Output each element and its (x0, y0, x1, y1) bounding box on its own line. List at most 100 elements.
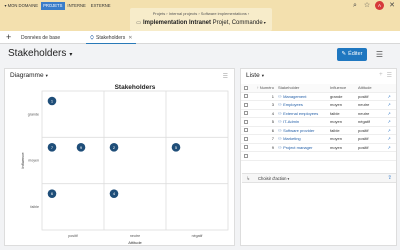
plot-area (41, 90, 229, 231)
cell-number: 6 (271, 127, 274, 133)
stakeholder-link[interactable]: Management (283, 94, 306, 99)
search-icon[interactable]: ⌕ (351, 2, 359, 10)
cell-stakeholder[interactable]: ⚇ Software provider (277, 127, 329, 135)
cell-stakeholder[interactable]: ⚇ Management (277, 93, 329, 101)
cell-attitude: négatif (358, 119, 371, 124)
row-checkbox[interactable] (243, 153, 248, 158)
select-all-cell[interactable] (241, 84, 250, 92)
table-row[interactable]: 7 ⚇ Marketing moyen positif ↗ (241, 135, 396, 144)
page-title-text: Stakeholders (8, 48, 67, 59)
y-tick-label: moyen (28, 159, 39, 163)
row-checkbox[interactable] (243, 136, 248, 141)
edit-button[interactable]: ✎ Éditer (337, 48, 367, 61)
stakeholder-link[interactable]: Project manager (283, 145, 312, 150)
stakeholder-link[interactable]: External employees (283, 111, 318, 116)
cell-stakeholder[interactable]: ⚇ External employees (277, 110, 329, 118)
menu-item-externe[interactable]: EXTERNE (88, 2, 113, 10)
chevron-down-icon[interactable]: ▾ (69, 52, 72, 58)
person-icon: ⚇ (278, 110, 282, 116)
cell-number: 4 (271, 110, 274, 116)
table-row[interactable]: 5 ⚇ IT-Admin moyen négatif ↗ (241, 118, 396, 127)
tab-donnees-de-base[interactable]: Données de base (17, 33, 64, 44)
open-icon[interactable]: ↗ (384, 127, 394, 135)
column-header-stakeholder[interactable]: Stakeholder (277, 84, 329, 92)
close-icon[interactable]: ✕ (388, 2, 396, 10)
column-header-influence[interactable]: Influence (329, 84, 357, 92)
stakeholder-link[interactable]: Marketing (283, 136, 301, 141)
stakeholders-icon: ⛭ (90, 35, 95, 41)
cell-influence: moyen (330, 119, 343, 124)
list-panel-title[interactable]: Liste ▾ (246, 72, 264, 79)
row-select-cell[interactable] (241, 101, 250, 109)
table-row[interactable]: 9 ⚇ Project manager moyen positif ↗ (241, 144, 396, 152)
row-select-cell[interactable] (241, 135, 250, 143)
avatar[interactable]: A (375, 1, 384, 10)
stakeholder-link[interactable]: Software provider (283, 128, 314, 133)
add-icon[interactable]: + (379, 72, 383, 79)
open-icon[interactable]: ↗ (384, 135, 394, 143)
row-checkbox[interactable] (243, 128, 248, 133)
cell-stakeholder[interactable]: ⚇ IT-Admin (277, 118, 329, 126)
row-select-cell[interactable] (241, 118, 250, 126)
chevron-down-icon[interactable]: ▾ (262, 73, 264, 78)
row-select-cell[interactable] (241, 93, 250, 101)
row-checkbox[interactable] (243, 145, 248, 150)
open-icon[interactable]: ↗ (384, 101, 394, 109)
menu-item-mon-domaine[interactable]: ▾MON DOMAINE (2, 2, 41, 10)
tab-stakeholders[interactable]: ⛭ Stakeholders ✕ (86, 33, 137, 44)
row-checkbox[interactable] (243, 111, 248, 116)
y-tick-label: grande (28, 112, 39, 116)
menu-item-label: MON DOMAINE (7, 3, 39, 8)
export-icon[interactable]: ⇪ (387, 174, 392, 183)
cell-influence: faible (330, 127, 340, 133)
row-select-cell[interactable] (241, 127, 250, 135)
tab-label: Stakeholders (96, 35, 126, 41)
table-row[interactable]: 4 ⚇ External employees faible neutre ↗ (241, 110, 396, 118)
page-title[interactable]: Stakeholders ▾ (8, 48, 72, 59)
open-icon[interactable]: ↗ (384, 93, 394, 101)
cell-influence: moyen (330, 102, 343, 107)
menu-item-interne[interactable]: INTERNE (65, 2, 88, 10)
menu-icon[interactable]: ☰ (387, 72, 392, 79)
row-select-cell[interactable] (241, 110, 250, 118)
table-row[interactable]: 3 ⚇ Employees moyen neutre ↗ (241, 101, 396, 110)
select-all-checkbox[interactable] (243, 85, 248, 90)
table-row[interactable]: 6 ⚇ Software provider faible positif ↗ (241, 127, 396, 135)
open-icon[interactable]: ↗ (384, 110, 394, 118)
stakeholder-link[interactable]: Employees (283, 102, 303, 107)
cell-number: 9 (271, 144, 274, 150)
menu-item-projets[interactable]: PROJETS (40, 2, 65, 10)
stakeholder-link[interactable]: IT-Admin (283, 119, 299, 124)
cell-number: 5 (271, 119, 274, 124)
chevron-down-icon[interactable]: ▾ (264, 20, 266, 25)
open-icon[interactable]: ↗ (384, 144, 394, 152)
star-icon[interactable]: ☆ (363, 2, 371, 10)
close-tab-icon[interactable]: ✕ (128, 35, 132, 41)
view-settings-icon[interactable]: ☰ (374, 49, 385, 60)
cell-number: 7 (271, 136, 274, 141)
breadcrumb[interactable]: Projets › Internal projects › Software i… (130, 11, 272, 16)
action-select[interactable]: Choisir d'action▾ (258, 174, 289, 184)
object-title[interactable]: ▭ Implementation Intranet Projet, Command… (130, 20, 272, 26)
table-row[interactable]: 1 ⚇ Management grande positif ↗ (241, 93, 396, 101)
row-checkbox[interactable] (243, 94, 248, 99)
list-title-text: Liste (246, 72, 260, 79)
column-header-number[interactable]: ↑Numéro (250, 84, 277, 92)
cell-stakeholder[interactable]: ⚇ Employees (277, 101, 329, 109)
x-tick-label: neutre (130, 234, 140, 238)
open-icon[interactable]: ↗ (384, 118, 394, 126)
y-tick-label: faible (30, 205, 39, 209)
row-select-cell[interactable] (241, 144, 250, 152)
person-icon: ⚇ (278, 102, 282, 107)
cell-stakeholder[interactable]: ⚇ Project manager (277, 144, 329, 152)
cell-stakeholder[interactable]: ⚇ Marketing (277, 135, 329, 143)
pencil-icon: ✎ (341, 51, 347, 57)
row-select-cell[interactable] (241, 152, 250, 160)
cell-attitude: neutre (358, 102, 370, 107)
row-checkbox[interactable] (243, 119, 248, 124)
add-tab-button[interactable]: + (6, 33, 11, 42)
person-icon: ⚇ (278, 127, 282, 133)
column-header-attitude[interactable]: Attitude (357, 84, 384, 92)
row-checkbox[interactable] (243, 102, 248, 107)
stakeholder-table: ↑Numéro Stakeholder Influence Attitude 1… (241, 84, 396, 161)
